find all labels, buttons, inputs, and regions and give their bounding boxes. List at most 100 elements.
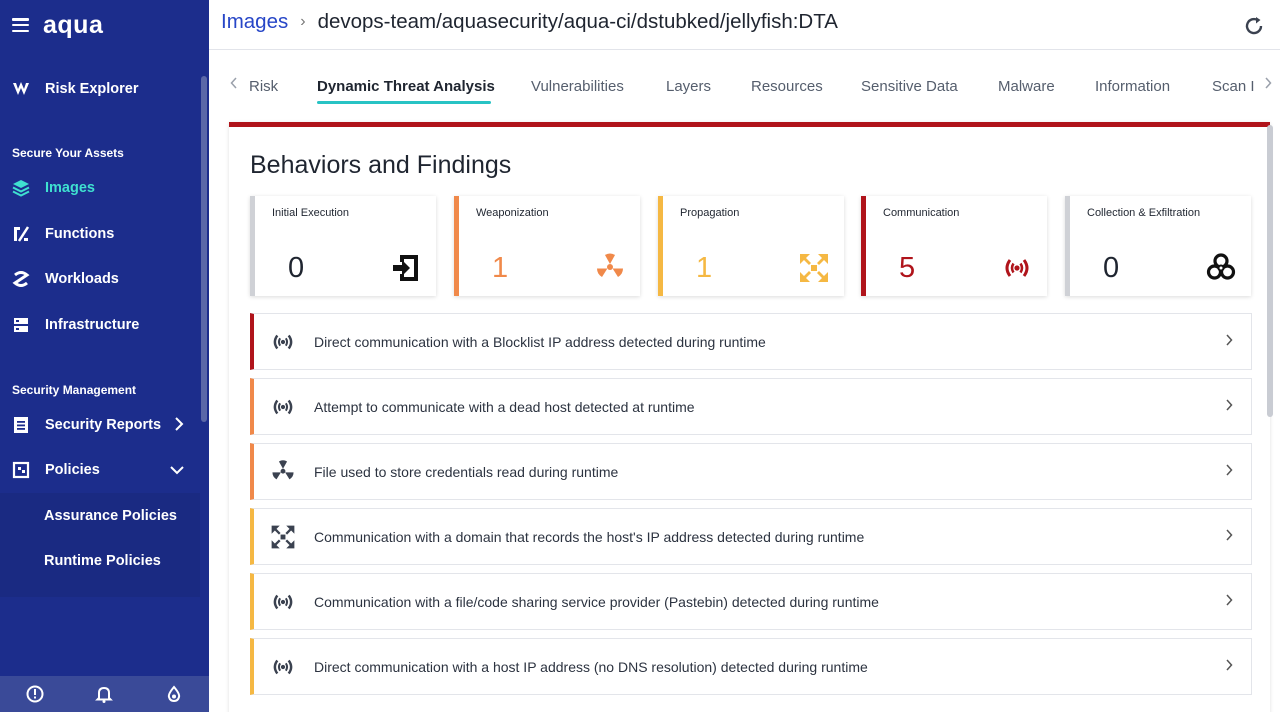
sidebar-item-assurance-policies[interactable]: Assurance Policies [44, 508, 177, 524]
card-count: 0 [288, 252, 305, 284]
finding-text: Communication with a file/code sharing s… [314, 593, 879, 610]
finding-row[interactable]: Direct communication with a Blocklist IP… [250, 313, 1252, 370]
sidebar-item-label: Policies [45, 462, 100, 478]
finding-text: File used to store credentials read duri… [314, 463, 619, 480]
chevron-right-icon [1225, 463, 1233, 481]
propagation-icon [270, 524, 296, 550]
finding-row[interactable]: Attempt to communicate with a dead host … [250, 378, 1252, 435]
category-card-weaponization[interactable]: Weaponization 1 [454, 196, 640, 296]
policy-icon [11, 460, 31, 480]
sidebar-item-label: Workloads [45, 271, 119, 287]
card-count: 0 [1103, 252, 1120, 284]
card-count: 1 [492, 252, 509, 284]
aqua-drop-icon[interactable] [164, 684, 184, 704]
tabs-scroll-left-icon[interactable] [230, 76, 238, 93]
logo-row: aqua [12, 10, 103, 40]
function-icon [11, 224, 31, 244]
sidebar-item-label: Security Reports [45, 417, 162, 433]
tab-vulnerabilities[interactable]: Vulnerabilities [531, 78, 624, 95]
server-icon [11, 315, 31, 335]
sidebar-item-label: Images [45, 180, 95, 196]
broadcast-icon [270, 394, 296, 420]
category-card-initial-execution[interactable]: Initial Execution 0 [250, 196, 436, 296]
propagation-icon [798, 252, 830, 284]
tab-dynamic-threat-analysis[interactable]: Dynamic Threat Analysis [317, 78, 495, 95]
category-card-communication[interactable]: Communication 5 [861, 196, 1047, 296]
broadcast-icon [270, 329, 296, 355]
finding-text: Direct communication with a Blocklist IP… [314, 333, 766, 350]
finding-text: Direct communication with a host IP addr… [314, 658, 868, 675]
breadcrumb: Images › devops-team/aquasecurity/aqua-c… [221, 10, 838, 34]
sidebar-item-workloads[interactable]: Workloads [0, 259, 200, 299]
policies-submenu: Assurance Policies Runtime Policies [0, 493, 200, 597]
chevron-right-icon [1225, 593, 1233, 611]
chevron-right-icon [1225, 333, 1233, 351]
layers-icon [11, 178, 31, 198]
entry-icon [390, 252, 422, 284]
sidebar-item-label: Functions [45, 226, 115, 242]
page-title: devops-team/aquasecurity/aqua-ci/dstubke… [317, 10, 838, 33]
main-scrollbar[interactable] [1267, 125, 1273, 417]
finding-row[interactable]: File used to store credentials read duri… [250, 443, 1252, 500]
breadcrumb-images-link[interactable]: Images [221, 10, 288, 34]
category-card-collection-exfiltration[interactable]: Collection & Exfiltration 0 [1065, 196, 1251, 296]
section-title-assets: Secure Your Assets [12, 146, 124, 160]
page-header: Images › devops-team/aquasecurity/aqua-c… [209, 0, 1280, 50]
panel-title: Behaviors and Findings [250, 151, 512, 179]
aqua-logo[interactable]: aqua [43, 11, 103, 40]
sidebar-item-label: Risk Explorer [45, 81, 139, 97]
chevron-right-icon [1225, 398, 1233, 416]
sidebar-item-functions[interactable]: Functions [0, 214, 200, 254]
finding-row[interactable]: Communication with a file/code sharing s… [250, 573, 1252, 630]
sidebar-item-label: Infrastructure [45, 317, 140, 333]
active-tab-indicator [317, 101, 491, 104]
sidebar-item-infrastructure[interactable]: Infrastructure [0, 305, 200, 345]
tab-malware[interactable]: Malware [998, 78, 1055, 95]
card-label: Collection & Exfiltration [1087, 207, 1201, 219]
radiation-icon [594, 252, 626, 284]
bell-icon[interactable] [94, 684, 114, 704]
finding-text: Communication with a domain that records… [314, 528, 865, 545]
menu-icon[interactable] [12, 18, 29, 32]
risk-explorer-icon [11, 79, 31, 99]
sidebar-item-security-reports[interactable]: Security Reports [0, 405, 200, 445]
biohazard-icon [1205, 252, 1237, 284]
finding-text: Attempt to communicate with a dead host … [314, 398, 695, 415]
info-icon[interactable] [25, 684, 45, 704]
card-label: Initial Execution [272, 207, 350, 219]
refresh-icon[interactable] [1243, 15, 1265, 37]
tab-risk[interactable]: Risk [249, 78, 278, 95]
finding-row[interactable]: Communication with a domain that records… [250, 508, 1252, 565]
sidebar-item-runtime-policies[interactable]: Runtime Policies [44, 553, 161, 569]
tab-layers[interactable]: Layers [666, 78, 711, 95]
sidebar: aqua Risk Explorer Secure Your Assets Im… [0, 0, 209, 712]
chevron-right-icon [174, 417, 184, 434]
tab-resources[interactable]: Resources [751, 78, 823, 95]
section-title-security: Security Management [12, 383, 137, 397]
sidebar-scrollbar[interactable] [201, 76, 207, 422]
broadcast-icon [270, 589, 296, 615]
finding-row[interactable]: Direct communication with a host IP addr… [250, 638, 1252, 695]
card-count: 5 [899, 252, 916, 284]
broadcast-icon [270, 654, 296, 680]
card-label: Communication [883, 207, 960, 219]
card-label: Propagation [680, 207, 740, 219]
sidebar-item-policies[interactable]: Policies [0, 450, 200, 490]
tabs-scroll-right-icon[interactable] [1264, 76, 1272, 93]
workloads-icon [11, 269, 31, 289]
sidebar-item-risk-explorer[interactable]: Risk Explorer [0, 69, 200, 109]
tab-scan-history[interactable]: Scan I [1212, 78, 1254, 95]
category-card-propagation[interactable]: Propagation 1 [658, 196, 844, 296]
tab-information[interactable]: Information [1095, 78, 1170, 95]
card-count: 1 [696, 252, 713, 284]
tab-bar: Risk Dynamic Threat Analysis Vulnerabili… [209, 66, 1280, 108]
chevron-down-icon [170, 462, 184, 478]
tab-sensitive-data[interactable]: Sensitive Data [861, 78, 958, 95]
breadcrumb-separator: › [300, 13, 306, 30]
report-icon [11, 415, 31, 435]
radiation-icon [270, 459, 296, 485]
chevron-right-icon [1225, 528, 1233, 546]
sidebar-item-images[interactable]: Images [0, 168, 200, 208]
sidebar-footer [0, 676, 209, 712]
card-label: Weaponization [476, 207, 549, 219]
